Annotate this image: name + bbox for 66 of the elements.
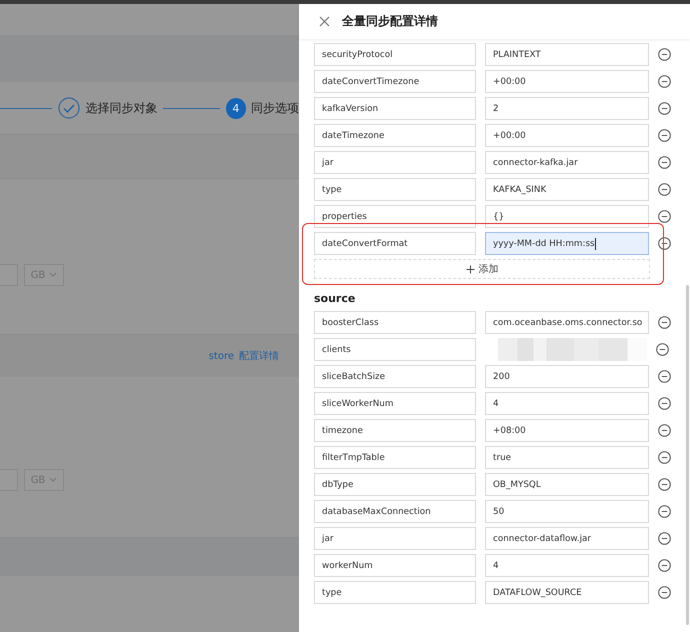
section-title: source: [314, 290, 356, 306]
key-field[interactable]: timezone: [314, 419, 476, 442]
value-field[interactable]: +08:00: [485, 419, 649, 442]
remove-icon[interactable]: [658, 129, 671, 142]
value-field[interactable]: 50: [485, 500, 649, 523]
key-field[interactable]: properties: [314, 205, 476, 228]
remove-icon[interactable]: [658, 559, 671, 572]
value-field[interactable]: 4: [485, 554, 649, 577]
key-field[interactable]: dateConvertTimezone: [314, 70, 476, 93]
remove-icon[interactable]: [658, 102, 671, 115]
value-field[interactable]: true: [485, 446, 649, 469]
value-field[interactable]: OB_MYSQL: [485, 473, 649, 496]
key-field[interactable]: databaseMaxConnection: [314, 500, 476, 523]
value-field[interactable]: KAFKA_SINK: [485, 178, 649, 201]
remove-icon[interactable]: [658, 424, 671, 437]
step-number: 4: [226, 98, 246, 118]
value-field[interactable]: connector-kafka.jar: [485, 151, 649, 174]
value-field[interactable]: 200: [485, 365, 649, 388]
key-field[interactable]: sliceWorkerNum: [314, 392, 476, 415]
value-field[interactable]: connector-dataflow.jar: [485, 527, 649, 550]
value-field[interactable]: {}: [485, 205, 649, 228]
drawer-title: 全量同步配置详情: [342, 13, 438, 30]
remove-icon[interactable]: [658, 316, 671, 329]
remove-icon[interactable]: [658, 156, 671, 169]
key-field[interactable]: type: [314, 178, 476, 201]
remove-icon[interactable]: [658, 478, 671, 491]
key-field[interactable]: clients: [314, 338, 476, 361]
remove-icon[interactable]: [658, 210, 671, 223]
key-field[interactable]: dateTimezone: [314, 124, 476, 147]
step-label: 同步选项: [251, 100, 299, 116]
remove-icon[interactable]: [658, 48, 671, 61]
value-field[interactable]: +00:00: [485, 124, 649, 147]
value-field[interactable]: yyyy-MM-dd HH:mm:ss: [485, 232, 649, 255]
value-field[interactable]: 4: [485, 392, 649, 415]
step-label: 选择同步对象: [85, 100, 158, 116]
remove-icon[interactable]: [658, 75, 671, 88]
remove-icon[interactable]: [658, 397, 671, 410]
remove-icon[interactable]: [658, 532, 671, 545]
remove-icon[interactable]: [658, 183, 671, 196]
remove-icon[interactable]: [658, 451, 671, 464]
key-field[interactable]: boosterClass: [314, 311, 476, 334]
remove-icon[interactable]: [658, 237, 671, 250]
remove-icon[interactable]: [658, 370, 671, 383]
remove-icon[interactable]: [658, 586, 671, 599]
key-field[interactable]: securityProtocol: [314, 43, 476, 66]
key-field[interactable]: workerNum: [314, 554, 476, 577]
value-field[interactable]: PLAINTEXT: [485, 43, 649, 66]
value-field[interactable]: 2: [485, 97, 649, 120]
remove-icon[interactable]: [658, 505, 671, 518]
key-field[interactable]: dateConvertFormat: [314, 232, 476, 255]
value-field[interactable]: DATAFLOW_SOURCE: [485, 581, 649, 604]
close-icon[interactable]: [319, 16, 330, 27]
caret-icon: [49, 477, 58, 483]
remove-icon[interactable]: [656, 343, 669, 356]
key-field[interactable]: dbType: [314, 473, 476, 496]
key-field[interactable]: type: [314, 581, 476, 604]
key-field[interactable]: kafkaVersion: [314, 97, 476, 120]
key-field[interactable]: jar: [314, 151, 476, 174]
caret-icon: [49, 272, 58, 278]
key-field[interactable]: jar: [314, 527, 476, 550]
plus-icon: [466, 264, 474, 274]
key-field[interactable]: filterTmpTable: [314, 446, 476, 469]
add-button[interactable]: 添加: [314, 259, 650, 279]
value-field[interactable]: com.oceanbase.oms.connector.so: [485, 311, 649, 334]
key-field[interactable]: sliceBatchSize: [314, 365, 476, 388]
value-field[interactable]: +00:00: [485, 70, 649, 93]
